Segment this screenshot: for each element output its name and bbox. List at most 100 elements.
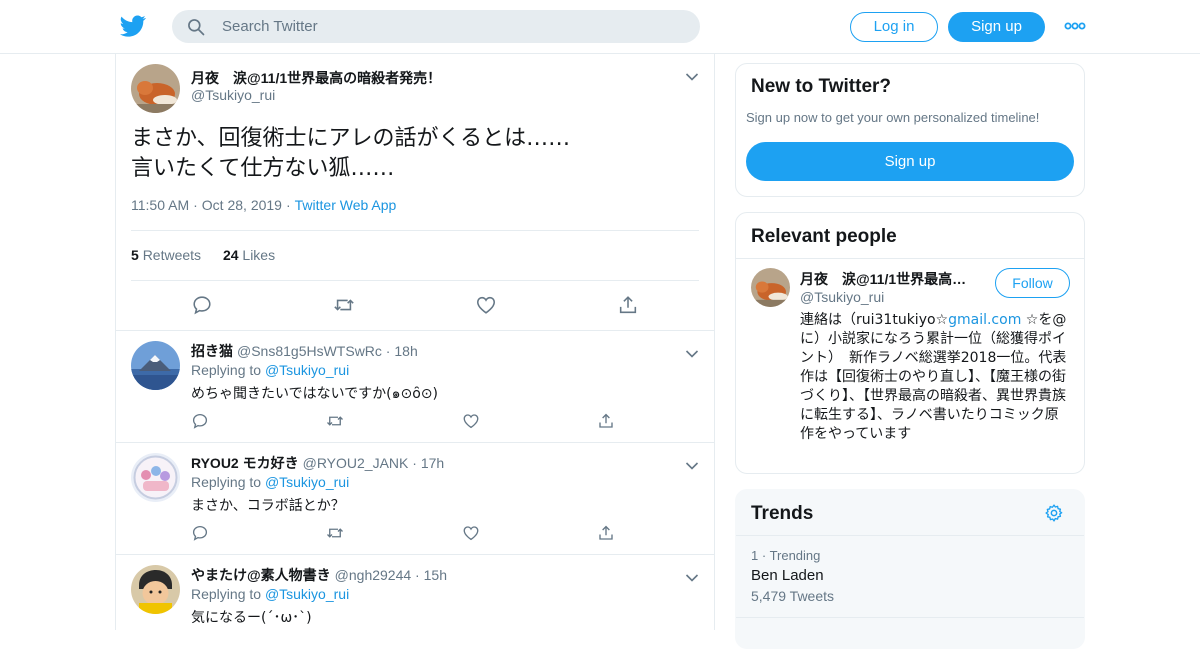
replying-to-link[interactable]: @Tsukiyo_rui (265, 586, 349, 602)
signup-button[interactable]: Sign up (948, 12, 1045, 42)
divider (736, 535, 1084, 536)
author-name[interactable]: 月夜 涙@11/1世界最高の暗殺者発売！ (191, 68, 441, 88)
trends-card: Trends 1 · Trending Ben Laden 5,479 Twee… (735, 489, 1085, 649)
reply-header: 招き猫 @Sns81g5HsWTSwRc · 18h (191, 341, 418, 361)
reply-time[interactable]: 18h (394, 343, 417, 359)
replying-prefix: Replying to (191, 362, 262, 378)
avatar[interactable] (131, 565, 180, 614)
main-tweet: 月夜 涙@11/1世界最高の暗殺者発売！ @Tsukiyo_rui まさか、回復… (116, 54, 714, 331)
reply-header: やまたけ@素人物書き @ngh29244 · 15h (191, 565, 447, 585)
twitter-logo-icon[interactable] (120, 13, 146, 39)
reply-icon[interactable] (191, 412, 209, 430)
likes-label[interactable]: Likes (242, 247, 275, 263)
reply-text: まさか、コラボ話とか？ (191, 498, 345, 514)
reply-author-name[interactable]: RYOU2 モカ好き (191, 455, 299, 471)
reply-time[interactable]: 17h (421, 455, 444, 471)
reply-icon[interactable] (191, 524, 209, 542)
divider (131, 280, 699, 281)
card-title: Trends (751, 503, 814, 524)
card-subtitle: Sign up now to get your own personalized… (746, 110, 1040, 125)
tweet-stats: 5 Retweets 24 Likes (131, 247, 275, 263)
relevant-people-card: Relevant people 月夜 涙@11/1世界最高の暗殺者発売！ @Ts… (735, 212, 1085, 474)
reply-author-name[interactable]: 招き猫 (191, 343, 233, 359)
replying-to-link[interactable]: @Tsukiyo_rui (265, 474, 349, 490)
card-title: Relevant people (751, 226, 897, 247)
top-bar: Log in Sign up (0, 0, 1200, 54)
tweet-text: まさか、回復術士にアレの話がくるとは…… 言いたくて仕方ない狐…… (131, 124, 570, 184)
replying-to: Replying to @Tsukiyo_rui (191, 474, 349, 490)
avatar[interactable] (131, 453, 180, 502)
replying-prefix: Replying to (191, 586, 262, 602)
new-to-twitter-card: New to Twitter? Sign up now to get your … (735, 63, 1085, 197)
meta-separator: · (285, 197, 291, 213)
search-input[interactable] (222, 10, 682, 43)
chevron-down-icon[interactable] (685, 461, 699, 471)
reply-author-handle[interactable]: @ngh29244 (335, 567, 412, 583)
reply-tweet: RYOU2 モカ好き @RYOU2_JANK · 17h Replying to … (116, 443, 714, 555)
trend-meta: 1 · Trending (751, 548, 820, 563)
relevant-person-bio: 連絡は（rui31tukiyo☆gmail.com ☆を@に）小説家になろう累計… (800, 311, 1070, 444)
reply-icon[interactable] (191, 294, 213, 316)
relevant-person-name[interactable]: 月夜 涙@11/1世界最高の暗殺者発売！ (800, 269, 980, 289)
retweet-icon[interactable] (326, 524, 344, 542)
like-icon[interactable] (462, 412, 480, 430)
bio-text: 連絡は（rui31tukiyo☆ (800, 312, 949, 328)
meta-separator: · (758, 548, 770, 563)
tweet-text-line: まさか、回復術士にアレの話がくるとは…… (131, 126, 571, 151)
gear-icon[interactable] (1044, 503, 1064, 523)
reply-header: RYOU2 モカ好き @RYOU2_JANK · 17h (191, 453, 444, 473)
replying-prefix: Replying to (191, 474, 262, 490)
reply-time[interactable]: 15h (424, 567, 447, 583)
reply-actions (191, 524, 711, 544)
tweet-text-line: 言いたくて仕方ない狐…… (131, 156, 395, 181)
trend-name[interactable]: Ben Laden (751, 567, 824, 584)
retweet-icon[interactable] (333, 294, 355, 316)
reply-author-handle[interactable]: @RYOU2_JANK (303, 455, 409, 471)
meta-separator: · (381, 343, 395, 359)
likes-count[interactable]: 24 (223, 247, 239, 263)
share-icon[interactable] (597, 412, 615, 430)
tweet-date[interactable]: Oct 28, 2019 (202, 197, 282, 213)
chevron-down-icon[interactable] (685, 349, 699, 359)
sidebar-signup-button[interactable]: Sign up (746, 142, 1074, 181)
avatar[interactable] (751, 268, 790, 307)
card-title: New to Twitter? (751, 76, 892, 97)
replying-to: Replying to @Tsukiyo_rui (191, 362, 349, 378)
trend-tweet-count: 5,479 Tweets (751, 588, 835, 604)
share-icon[interactable] (617, 294, 639, 316)
share-icon[interactable] (597, 524, 615, 542)
reply-tweet: 招き猫 @Sns81g5HsWTSwRc · 18h Replying to @T… (116, 331, 714, 443)
avatar[interactable] (131, 341, 180, 390)
search-box[interactable] (172, 10, 700, 43)
divider (736, 617, 1084, 618)
like-icon[interactable] (462, 524, 480, 542)
tweet-source-link[interactable]: Twitter Web App (295, 197, 397, 213)
meta-separator: · (411, 567, 424, 583)
bio-link[interactable]: gmail.com (948, 312, 1021, 328)
reply-text: 気になるー(´･ω･`) (191, 610, 312, 626)
retweet-icon[interactable] (326, 412, 344, 430)
avatar[interactable] (131, 64, 180, 113)
meta-separator: · (193, 197, 198, 213)
replying-to: Replying to @Tsukiyo_rui (191, 586, 349, 602)
chevron-down-icon[interactable] (685, 72, 699, 82)
more-options-icon[interactable] (1064, 18, 1086, 34)
tweet-time[interactable]: 11:50 AM (131, 197, 189, 213)
retweets-label[interactable]: Retweets (143, 247, 201, 263)
login-button[interactable]: Log in (850, 12, 938, 42)
replying-to-link[interactable]: @Tsukiyo_rui (265, 362, 349, 378)
meta-separator: · (408, 455, 421, 471)
like-icon[interactable] (475, 294, 497, 316)
follow-button[interactable]: Follow (995, 268, 1070, 298)
reply-actions (191, 412, 711, 432)
reply-author-name[interactable]: やまたけ@素人物書き (191, 567, 331, 583)
retweets-count[interactable]: 5 (131, 247, 139, 263)
relevant-person-handle[interactable]: @Tsukiyo_rui (800, 289, 884, 305)
search-icon (188, 19, 205, 36)
trend-label: Trending (769, 548, 821, 563)
reply-tweet: やまたけ@素人物書き @ngh29244 · 15h Replying to @T… (116, 555, 714, 630)
chevron-down-icon[interactable] (685, 573, 699, 583)
author-handle[interactable]: @Tsukiyo_rui (191, 87, 275, 103)
reply-author-handle[interactable]: @Sns81g5HsWTSwRc (237, 343, 382, 359)
timeline-column: 月夜 涙@11/1世界最高の暗殺者発売！ @Tsukiyo_rui まさか、回復… (115, 54, 715, 630)
